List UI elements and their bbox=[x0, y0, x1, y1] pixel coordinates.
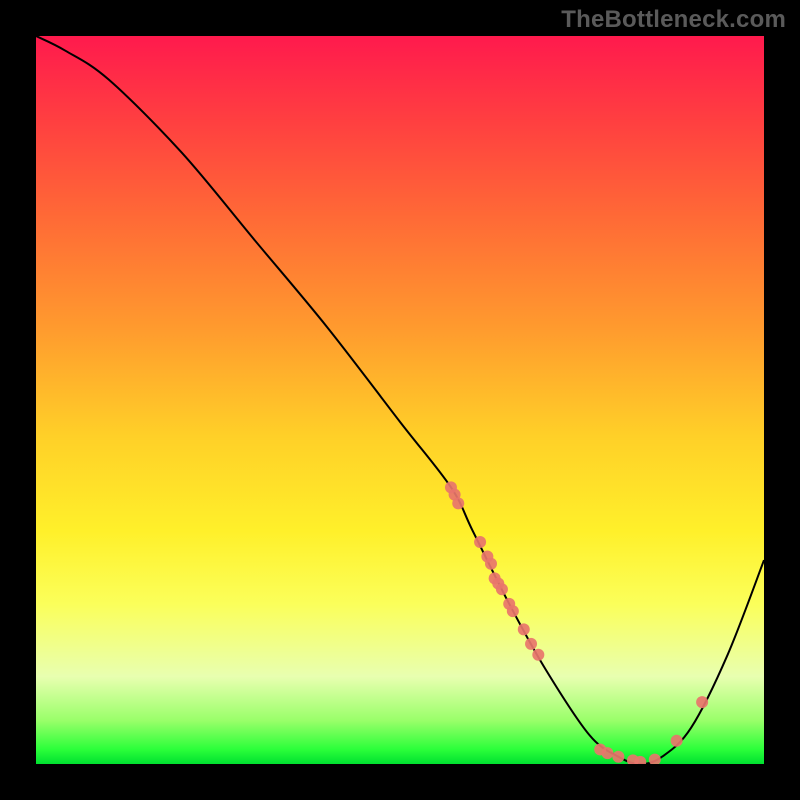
datapoint-marker bbox=[649, 754, 661, 764]
plot-area bbox=[36, 36, 764, 764]
chart-frame: TheBottleneck.com bbox=[0, 0, 800, 800]
datapoint-marker bbox=[474, 536, 486, 548]
datapoint-marker bbox=[507, 605, 519, 617]
datapoint-marker bbox=[532, 649, 544, 661]
datapoint-marker bbox=[525, 638, 537, 650]
datapoint-marker bbox=[496, 583, 508, 595]
datapoint-markers bbox=[445, 481, 708, 764]
watermark-text: TheBottleneck.com bbox=[561, 6, 786, 34]
datapoint-marker bbox=[485, 558, 497, 570]
bottleneck-curve bbox=[36, 36, 764, 764]
datapoint-marker bbox=[452, 497, 464, 509]
datapoint-marker bbox=[518, 623, 530, 635]
datapoint-marker bbox=[601, 747, 613, 759]
datapoint-marker bbox=[671, 735, 683, 747]
bottleneck-curve-path bbox=[36, 36, 764, 764]
datapoint-marker bbox=[612, 751, 624, 763]
datapoint-marker bbox=[696, 696, 708, 708]
curve-layer bbox=[36, 36, 764, 764]
